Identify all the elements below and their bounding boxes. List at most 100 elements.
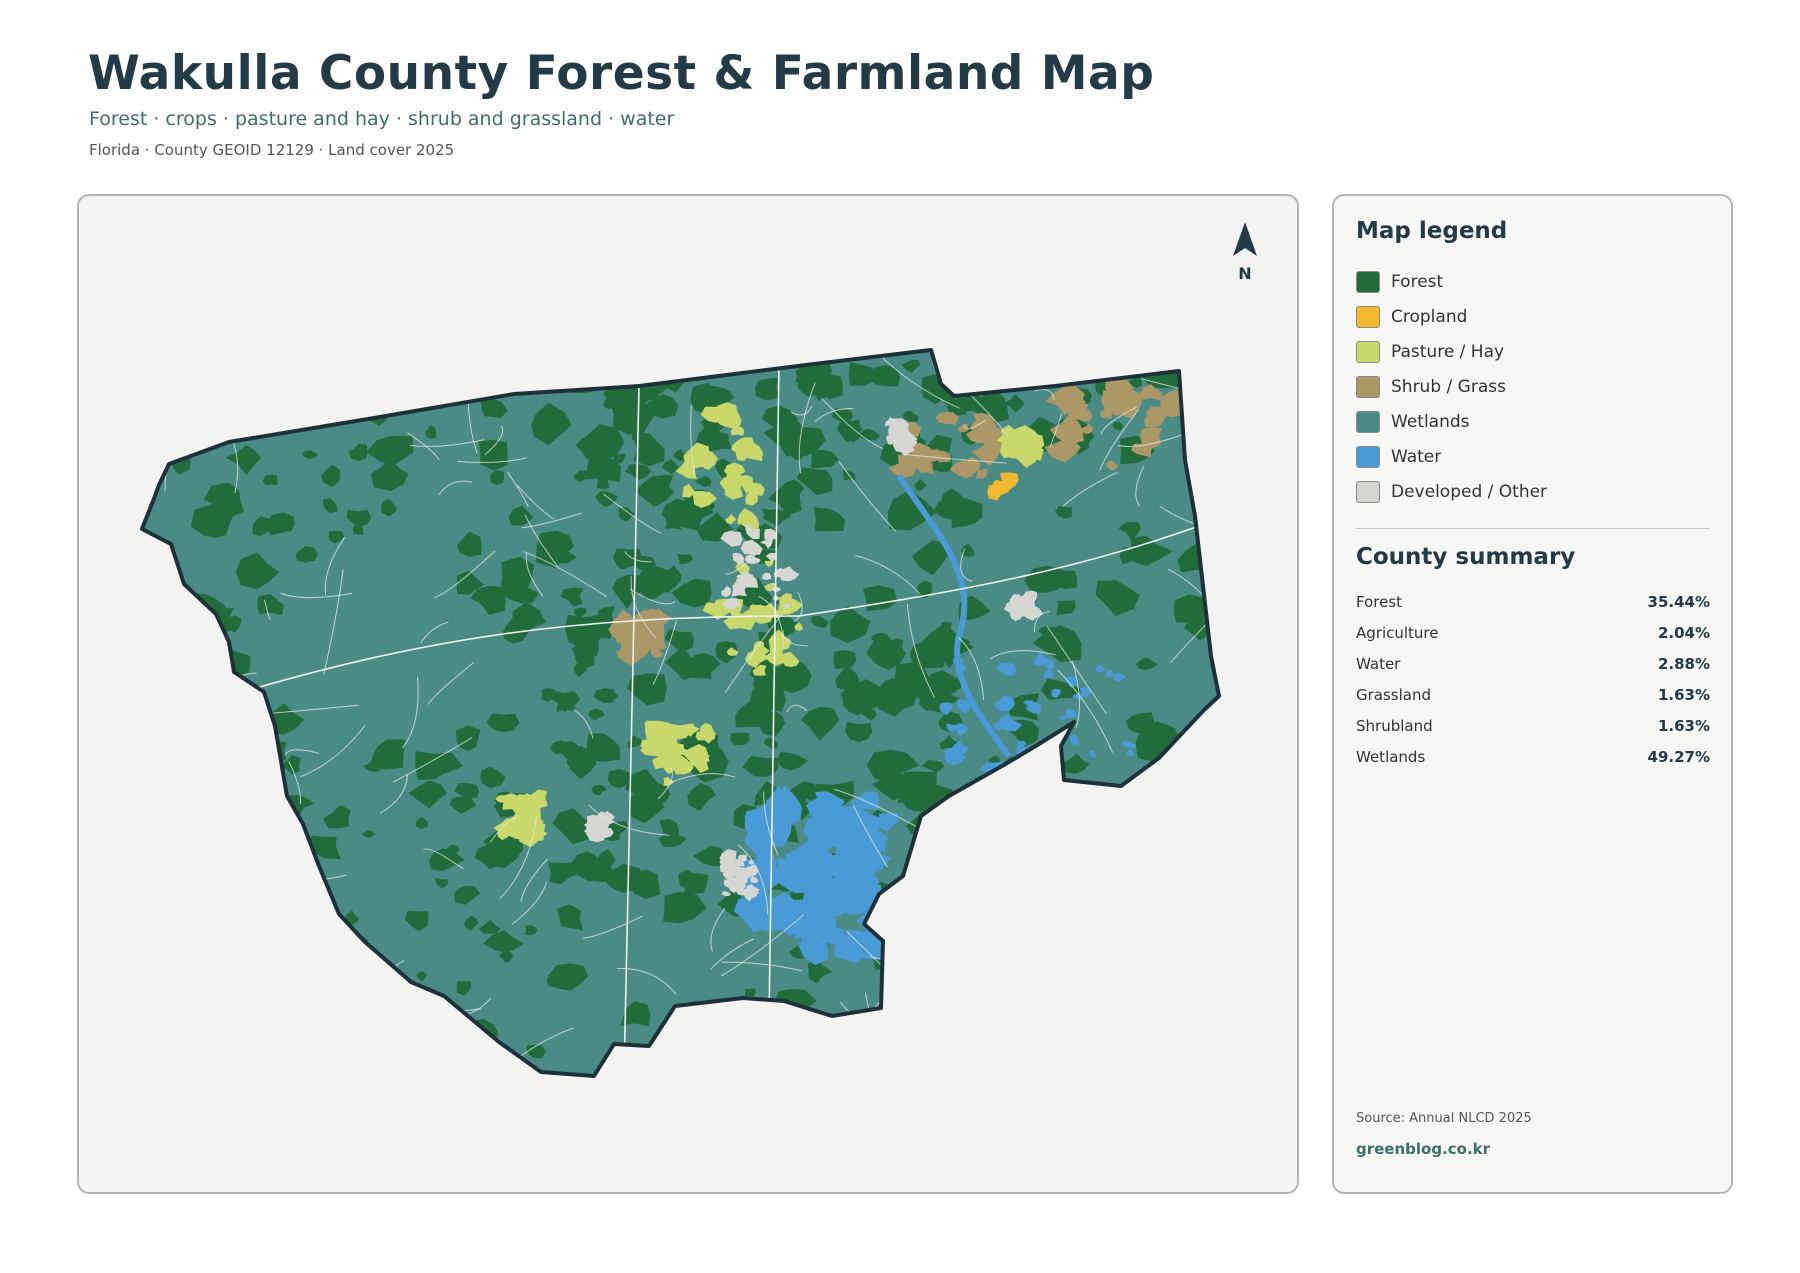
forest-patch xyxy=(280,390,309,413)
forest-patch xyxy=(142,859,162,887)
legend-label: Shrub / Grass xyxy=(1391,376,1506,397)
summary-label: Shrubland xyxy=(1356,716,1433,735)
forest-patch xyxy=(737,1043,763,1067)
forest-patch xyxy=(1121,967,1154,993)
forest-patch xyxy=(1109,1016,1152,1052)
forest-patch xyxy=(1115,1015,1149,1039)
forest-patch xyxy=(556,363,568,373)
forest-patch xyxy=(596,476,610,489)
forest-patch xyxy=(644,354,668,372)
forest-patch xyxy=(173,974,189,985)
summary-value: 2.04% xyxy=(1657,623,1710,642)
summary-row-forest: Forest 35.44% xyxy=(1356,586,1710,617)
summary-label: Wetlands xyxy=(1356,747,1426,766)
legend-label: Cropland xyxy=(1391,306,1468,327)
summary-value: 1.63% xyxy=(1657,685,1710,704)
legend-label: Water xyxy=(1391,446,1442,467)
road xyxy=(142,946,165,980)
water-patch xyxy=(1016,769,1027,779)
road xyxy=(894,983,904,1028)
road xyxy=(1071,1024,1152,1033)
road xyxy=(1154,856,1169,909)
road xyxy=(226,788,264,855)
road xyxy=(190,736,221,755)
forest-patch xyxy=(1063,883,1103,911)
forest-patch xyxy=(1146,980,1171,999)
forest-patch xyxy=(1203,580,1219,602)
forest-patch xyxy=(1088,891,1104,901)
summary-label: Agriculture xyxy=(1356,623,1439,642)
forest-patch xyxy=(729,1027,768,1064)
legend-label: Forest xyxy=(1391,271,1444,292)
forest-patch xyxy=(365,376,394,402)
road xyxy=(672,1061,691,1076)
road xyxy=(229,740,237,774)
site-link[interactable]: greenblog.co.kr xyxy=(1356,1140,1490,1158)
forest-patch xyxy=(193,381,253,423)
road xyxy=(384,350,415,368)
forest-patch xyxy=(941,622,952,632)
forest-patch xyxy=(952,975,987,1006)
forest-patch xyxy=(288,1002,313,1022)
legend-item-shrub: Shrub / Grass xyxy=(1356,369,1547,404)
forest-patch xyxy=(1117,926,1139,938)
road xyxy=(852,1058,905,1076)
summary-label: Water xyxy=(1356,654,1401,673)
legend-item-cropland: Cropland xyxy=(1356,299,1547,334)
forest-patch xyxy=(1146,834,1186,865)
page-meta: Florida · County GEOID 12129 · Land cove… xyxy=(89,141,455,159)
forest-patch xyxy=(978,1026,995,1040)
forest-patch xyxy=(407,998,444,1032)
forest-patch xyxy=(339,368,359,380)
forest-patch xyxy=(216,732,244,753)
forest-patch xyxy=(267,910,292,932)
summary-value: 1.63% xyxy=(1657,716,1710,735)
summary-row-water: Water 2.88% xyxy=(1356,648,1710,679)
forest-patch xyxy=(895,952,917,972)
forest-patch xyxy=(169,950,187,965)
north-label: N xyxy=(1238,264,1252,283)
summary-row-grassland: Grassland 1.63% xyxy=(1356,679,1710,710)
forest-patch xyxy=(397,999,412,1009)
forest-patch xyxy=(213,391,241,418)
forest-patch xyxy=(147,614,162,628)
water-patch xyxy=(1002,765,1025,781)
side-panel: Map legend Forest Cropland Pasture / Hay… xyxy=(1332,194,1733,1194)
forest-patch xyxy=(209,851,244,885)
road xyxy=(252,708,263,811)
road xyxy=(1012,956,1016,1034)
forest-patch xyxy=(202,923,214,932)
road xyxy=(345,995,401,1007)
forest-patch xyxy=(788,350,807,365)
forest-patch xyxy=(1103,852,1128,880)
forest-patch xyxy=(166,754,203,802)
map-panel[interactable] xyxy=(77,194,1299,1194)
road xyxy=(1072,915,1100,929)
north-arrow-icon xyxy=(1233,222,1257,256)
forest-patch xyxy=(510,350,553,371)
forest-patch xyxy=(1196,955,1219,982)
road xyxy=(142,581,166,616)
water-patch xyxy=(835,845,868,873)
legend-label: Wetlands xyxy=(1391,411,1470,432)
forest-patch xyxy=(354,359,389,386)
forest-patch xyxy=(145,717,172,745)
summary-title: County summary xyxy=(1356,544,1576,570)
road xyxy=(1088,833,1117,932)
forest-patch xyxy=(1119,920,1150,949)
road xyxy=(276,953,293,976)
forest-patch xyxy=(923,978,966,1005)
forest-patch xyxy=(264,819,306,856)
road xyxy=(997,960,1011,1034)
forest-patch xyxy=(745,988,756,997)
road xyxy=(724,1048,757,1076)
road xyxy=(941,1049,1040,1055)
water-swatch xyxy=(1356,445,1380,468)
forest-patch xyxy=(458,1024,477,1039)
county-map[interactable] xyxy=(79,196,1299,1194)
forest-patch xyxy=(290,936,318,958)
road xyxy=(1178,854,1193,883)
forest-patch xyxy=(395,1048,411,1062)
forest-patch xyxy=(1183,777,1219,807)
shrub-swatch xyxy=(1356,375,1380,398)
